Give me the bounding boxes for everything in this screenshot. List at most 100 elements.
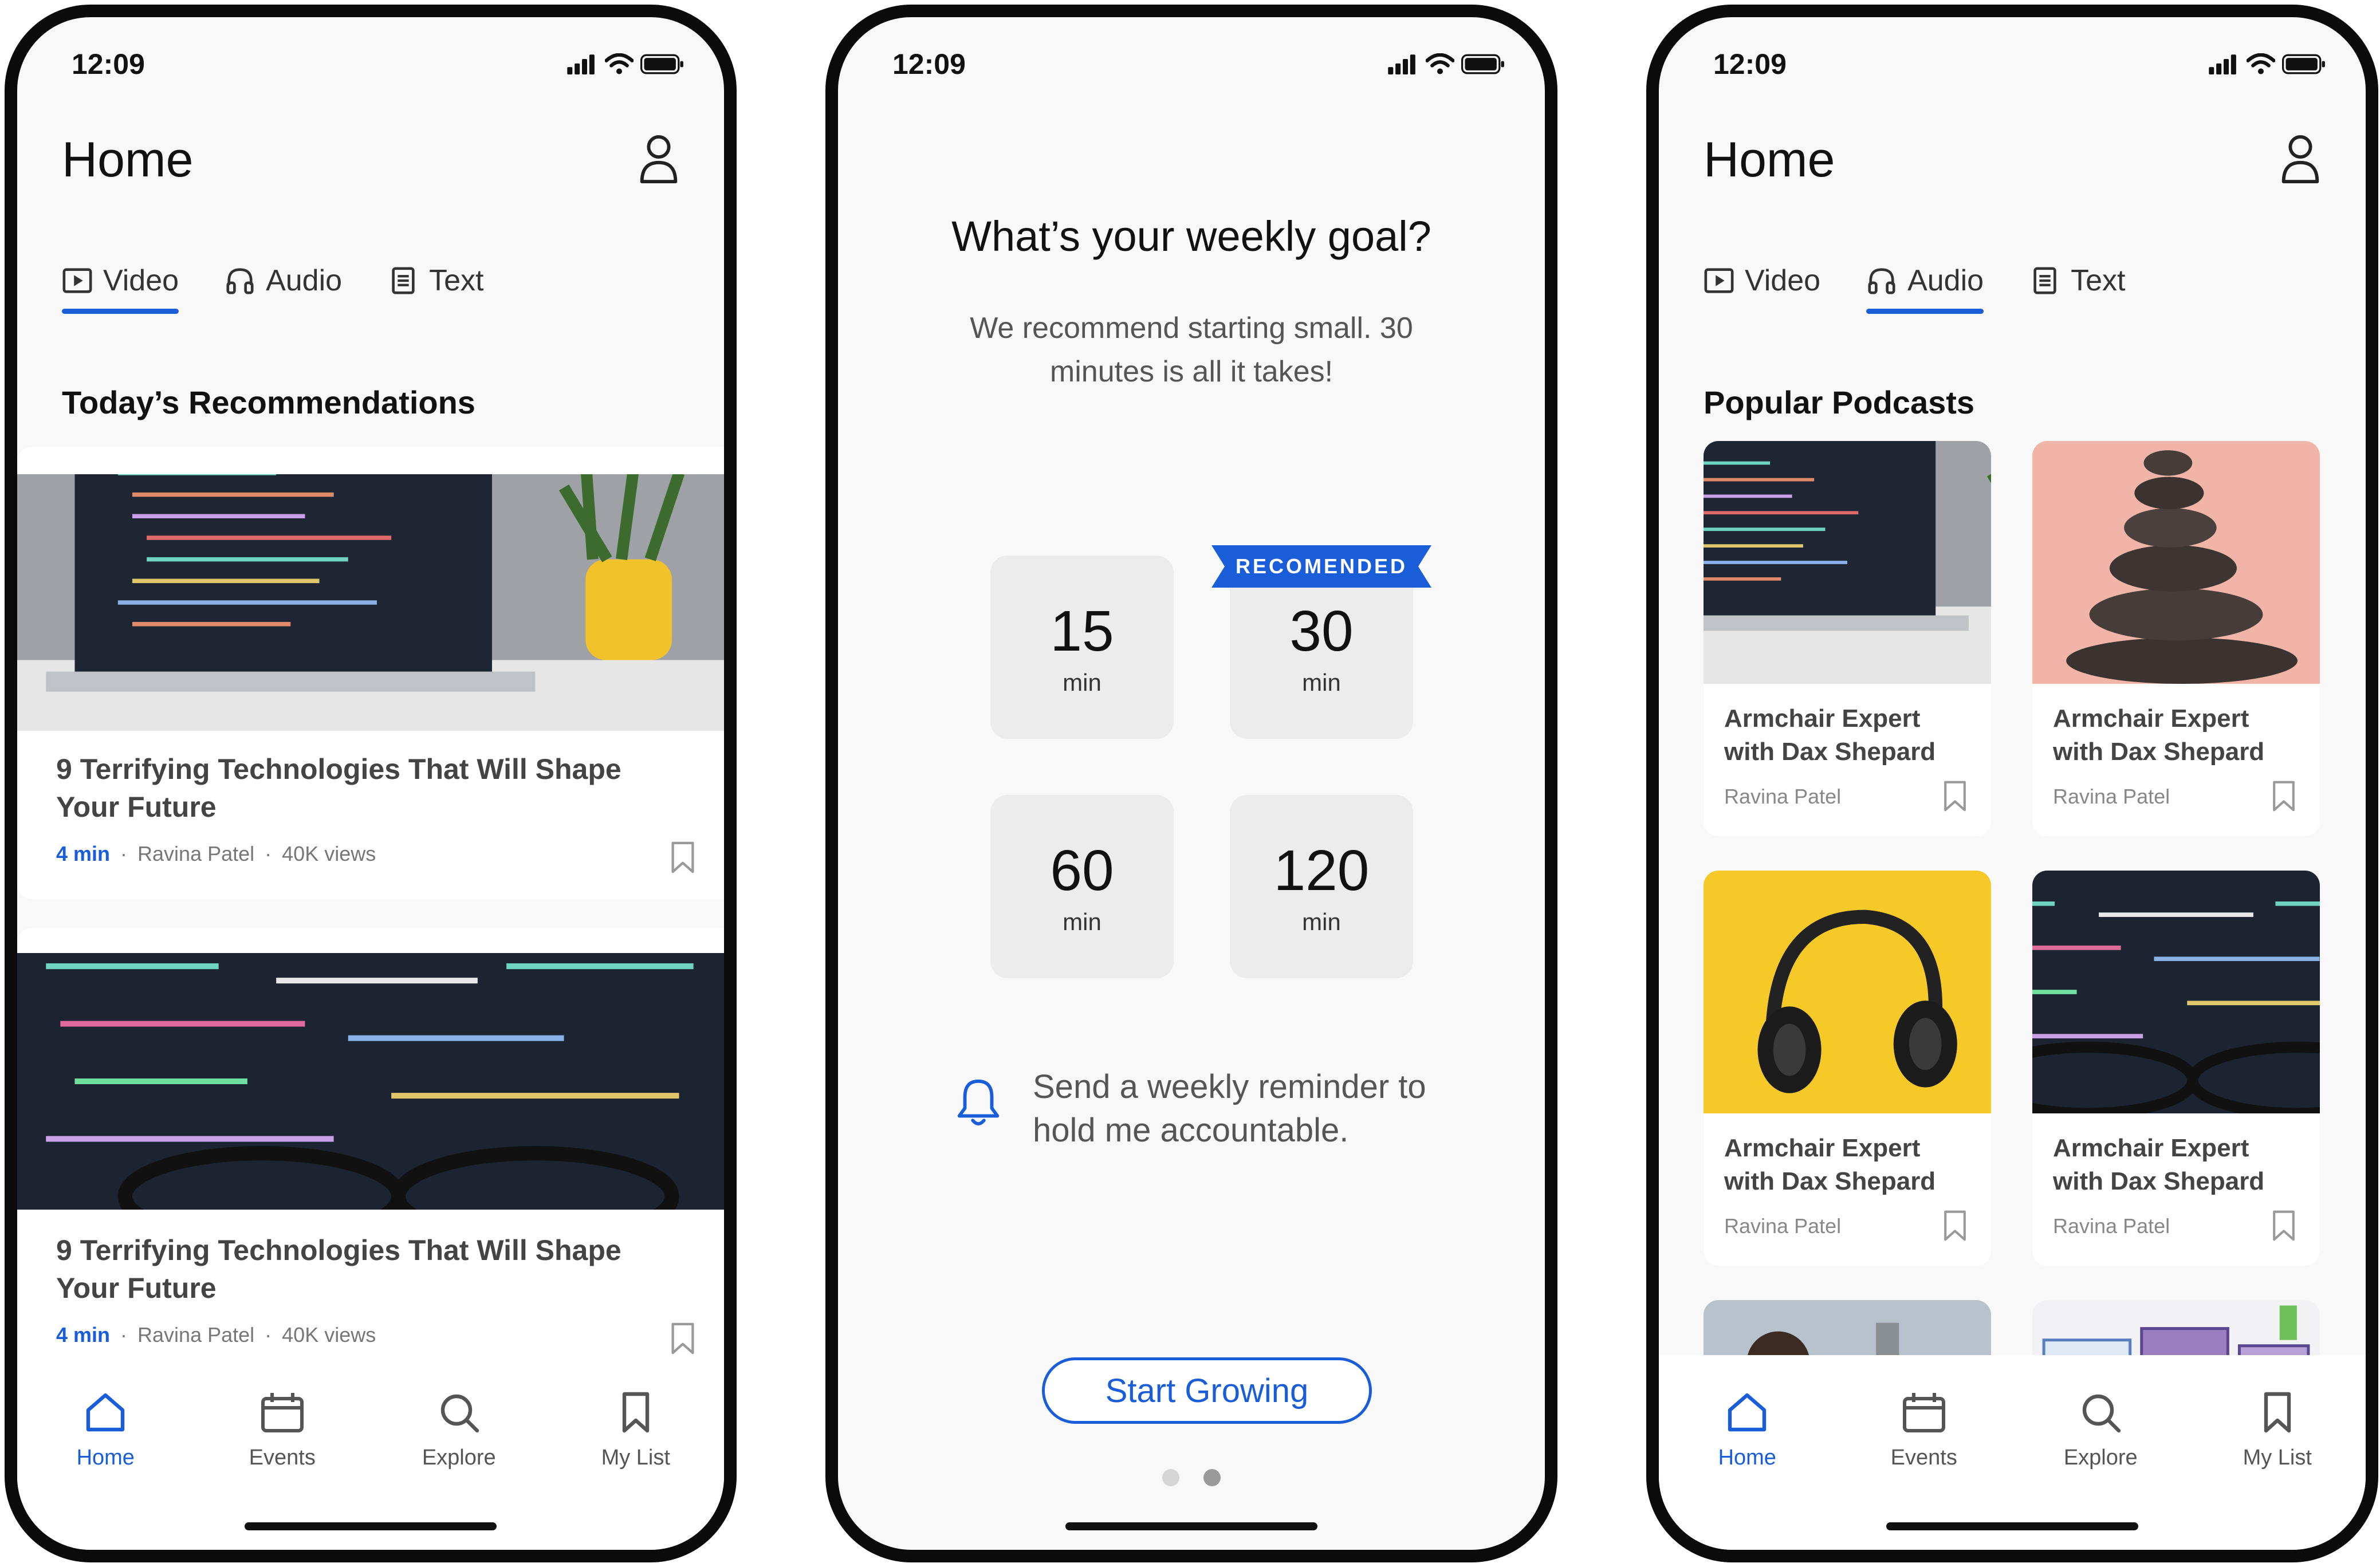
page-dot-active[interactable]: [1203, 1469, 1221, 1486]
reminder-toggle[interactable]: Send a weekly reminder to hold me accoun…: [955, 1065, 1434, 1152]
podcast-card[interactable]: Armchair Expert with Dax Shepard Ravina …: [2032, 441, 2320, 836]
bookmark-icon[interactable]: [1943, 1210, 1967, 1242]
profile-icon[interactable]: [2280, 135, 2321, 184]
home-indicator[interactable]: [245, 1522, 497, 1530]
tab-label: Text: [429, 264, 484, 297]
podcast-title: Armchair Expert with Dax Shepard: [1724, 704, 1936, 766]
meta-separator: ·: [120, 842, 128, 865]
tab-label: Audio: [266, 264, 343, 297]
document-icon: [388, 265, 419, 296]
podcast-author: Ravina Patel: [2053, 1214, 2170, 1238]
bookmark-icon[interactable]: [670, 841, 695, 874]
status-icons: [566, 53, 684, 75]
content-tabs: Video Audio Text: [62, 263, 483, 314]
home-indicator[interactable]: [1886, 1522, 2138, 1530]
podcast-card[interactable]: Armchair Expert with Dax Shepard Ravina …: [1704, 871, 1991, 1266]
meta-separator: ·: [265, 1323, 272, 1346]
calendar-icon: [259, 1389, 305, 1435]
bookmark-icon[interactable]: [2272, 1210, 2296, 1242]
signal-icon: [2208, 54, 2240, 74]
page-dot[interactable]: [1162, 1469, 1179, 1486]
section-title: Today’s Recommendations: [62, 384, 475, 420]
laptop-code-image: [1704, 441, 1991, 684]
bottom-nav: Home Events Explore My List: [1659, 1355, 2366, 1550]
tab-video[interactable]: Video: [62, 263, 179, 314]
page-title: Home: [62, 132, 194, 187]
nav-label: Home: [1718, 1446, 1776, 1470]
phone-weekly-goal: 12:09 What’s your weekly goal? We recomm…: [825, 5, 1557, 1562]
stacked-stones-image: [2032, 441, 2320, 684]
wifi-icon: [605, 53, 634, 75]
profile-icon[interactable]: [638, 135, 679, 184]
nav-my-list[interactable]: My List: [567, 1389, 705, 1550]
status-bar: 12:09: [72, 47, 684, 81]
tab-label: Text: [2071, 264, 2126, 297]
goal-option-30[interactable]: RECOMENDED 30 min: [1211, 545, 1431, 739]
wifi-icon: [2247, 53, 2275, 75]
tab-audio[interactable]: Audio: [1866, 263, 1984, 314]
tab-audio[interactable]: Audio: [225, 263, 342, 314]
code-screen-image: [2032, 871, 2320, 1113]
goal-heading: What’s your weekly goal?: [951, 212, 1431, 260]
podcast-thumbnail: [1704, 871, 1991, 1113]
card-thumbnail: [17, 953, 737, 1210]
wifi-icon: [1426, 53, 1454, 75]
battery-icon: [1461, 54, 1505, 74]
status-bar: 12:09: [892, 47, 1505, 81]
search-icon: [436, 1389, 482, 1435]
tab-label: Video: [103, 264, 179, 297]
bell-icon: [955, 1077, 1001, 1128]
podcast-thumbnail: [1704, 441, 1991, 684]
podcast-thumbnail: [2032, 441, 2320, 684]
podcast-thumbnail: [2032, 871, 2320, 1113]
goal-value: 30: [1289, 599, 1354, 663]
nav-label: Events: [249, 1446, 316, 1470]
code-screen-image: [17, 953, 737, 1210]
nav-home[interactable]: Home: [37, 1389, 174, 1550]
document-icon: [2029, 265, 2060, 296]
card-duration: 4 min: [56, 842, 111, 865]
podcast-card[interactable]: Armchair Expert with Dax Shepard Ravina …: [2032, 871, 2320, 1266]
headphones-icon: [1866, 265, 1897, 296]
meta-separator: ·: [265, 842, 272, 865]
section-title: Popular Podcasts: [1704, 384, 1975, 420]
podcast-card[interactable]: Armchair Expert with Dax Shepard Ravina …: [1704, 441, 1991, 836]
content-tabs: Video Audio Text: [1704, 263, 2125, 314]
goal-value: 120: [1273, 838, 1370, 903]
nav-my-list[interactable]: My List: [2209, 1389, 2346, 1550]
podcast-title: Armchair Expert with Dax Shepard: [1724, 1134, 1936, 1195]
card-title: 9 Terrifying Technologies That Will Shap…: [56, 753, 621, 823]
headphones-photo: [1704, 871, 1991, 1113]
bookmark-icon: [613, 1389, 659, 1435]
nav-home[interactable]: Home: [1678, 1389, 1816, 1550]
podcast-title: Armchair Expert with Dax Shepard: [2053, 1134, 2265, 1195]
goal-option-60[interactable]: 60 min: [990, 795, 1174, 978]
goal-option-120[interactable]: 120 min: [1230, 795, 1413, 978]
bookmark-icon[interactable]: [1943, 780, 1967, 812]
bookmark-icon[interactable]: [2272, 780, 2296, 812]
card-duration: 4 min: [56, 1323, 111, 1346]
tab-video[interactable]: Video: [1704, 263, 1820, 314]
signal-icon: [566, 54, 598, 74]
home-indicator[interactable]: [1065, 1522, 1317, 1530]
search-icon: [2078, 1389, 2123, 1435]
tab-text[interactable]: Text: [388, 263, 483, 314]
page-title: Home: [1704, 132, 1835, 187]
tab-label: Video: [1745, 264, 1821, 297]
recommended-badge: RECOMENDED: [1211, 545, 1431, 588]
goal-option-15[interactable]: 15 min: [990, 556, 1174, 739]
recommendation-card[interactable]: 9 Terrifying Technologies That Will Shap…: [17, 447, 724, 899]
recommendation-card[interactable]: 9 Terrifying Technologies That Will Shap…: [17, 928, 737, 1380]
tab-text[interactable]: Text: [2029, 263, 2125, 314]
phone-home-audio: 12:09 Home Video Audio Text Popular Podc…: [1646, 5, 2378, 1562]
card-author: Ravina Patel: [137, 1323, 255, 1346]
podcast-author: Ravina Patel: [1724, 1214, 1842, 1238]
nav-label: Events: [1890, 1446, 1957, 1470]
phone-home-video: 12:09 Home Video Audio Text Today’s Reco…: [5, 5, 737, 1562]
start-growing-button[interactable]: Start Growing: [1042, 1357, 1372, 1424]
status-time: 12:09: [72, 48, 145, 80]
nav-label: Home: [76, 1446, 135, 1470]
bookmark-icon[interactable]: [670, 1322, 695, 1355]
nav-label: Explore: [2063, 1446, 2138, 1470]
reminder-text: Send a weekly reminder to hold me accoun…: [1033, 1068, 1426, 1149]
